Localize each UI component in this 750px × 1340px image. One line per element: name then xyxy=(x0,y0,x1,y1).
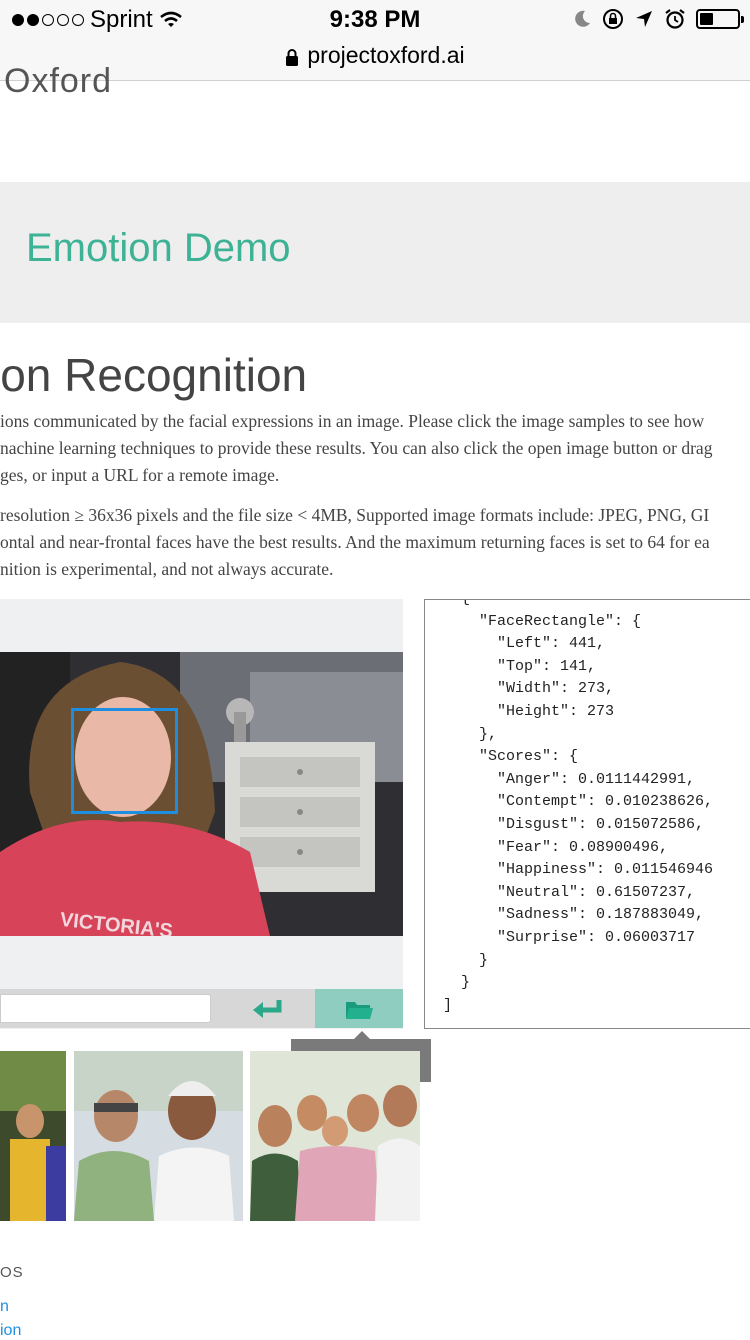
alarm-icon xyxy=(665,9,685,29)
sample-image-2 xyxy=(74,1051,243,1221)
paragraph-line: resolution ≥ 36x36 pixels and the file s… xyxy=(0,505,710,525)
url-display[interactable]: projectoxford.ai xyxy=(0,42,750,69)
paragraph-line: ges, or input a URL for a remote image. xyxy=(0,465,280,485)
browser-url-bar[interactable]: projectoxford.ai xyxy=(0,40,750,81)
sample-image-thumbnail[interactable] xyxy=(0,1051,66,1221)
sample-image-thumbnail[interactable] xyxy=(250,1051,420,1221)
requirements-paragraph: resolution ≥ 36x36 pixels and the file s… xyxy=(0,502,750,583)
status-icons xyxy=(572,8,744,30)
location-arrow-icon xyxy=(636,11,652,27)
paragraph-line: ontal and near-frontal faces have the be… xyxy=(0,532,710,552)
photo-illustration: VICTORIA'S xyxy=(0,652,403,936)
description-paragraph: ions communicated by the facial expressi… xyxy=(0,408,750,489)
battery-icon xyxy=(696,9,744,29)
enter-arrow-icon xyxy=(253,999,282,1018)
battery-level xyxy=(700,13,713,25)
site-logo[interactable]: Oxford xyxy=(4,62,112,101)
image-url-bar xyxy=(0,989,403,1028)
sample-image-1 xyxy=(0,1051,66,1221)
paragraph-line: ions communicated by the facial expressi… xyxy=(0,411,705,431)
status-bar: Sprint 9:38 PM xyxy=(0,0,750,40)
face-rectangle xyxy=(71,708,178,814)
lock-icon xyxy=(286,48,299,66)
image-analysis-panel: VICTORIA'S xyxy=(0,599,403,1029)
sample-image-3 xyxy=(250,1051,420,1221)
paragraph-line: nachine learning techniques to provide t… xyxy=(0,438,713,458)
sample-image-thumbnail[interactable] xyxy=(74,1051,243,1221)
image-url-input[interactable] xyxy=(0,994,211,1023)
json-result-text: { "FaceRectangle": { "Left": 441, "Top":… xyxy=(443,600,714,1014)
moon-icon xyxy=(575,10,590,27)
folder-icon xyxy=(346,1001,373,1019)
rotation-lock-icon xyxy=(603,9,623,29)
submit-url-button[interactable] xyxy=(221,989,313,1028)
demo-title: Emotion Demo xyxy=(26,226,291,270)
analyzed-photo: VICTORIA'S xyxy=(0,652,403,936)
open-image-button[interactable] xyxy=(315,989,403,1028)
footer-link[interactable]: n xyxy=(0,1298,9,1316)
url-text: projectoxford.ai xyxy=(307,42,465,68)
demo-header-band: Emotion Demo xyxy=(0,182,750,323)
footer-section-label: OS xyxy=(0,1264,24,1281)
footer-link[interactable]: ion xyxy=(0,1322,21,1340)
section-title: ion Recognition xyxy=(0,349,308,401)
paragraph-line: nition is experimental, and not always a… xyxy=(0,559,334,579)
json-result-panel[interactable]: { "FaceRectangle": { "Left": 441, "Top":… xyxy=(424,599,750,1029)
